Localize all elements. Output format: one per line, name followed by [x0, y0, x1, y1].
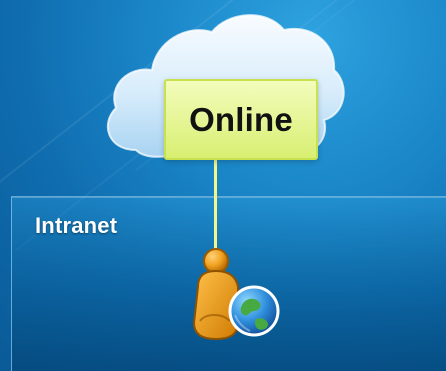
- user-icon: [192, 248, 239, 341]
- status-label: Online: [189, 100, 293, 138]
- panel-title: Intranet: [35, 213, 118, 238]
- globe-icon: [228, 285, 280, 337]
- connector-line: [214, 158, 217, 254]
- user-with-globe-icon: [192, 248, 280, 341]
- online-status-box: Online: [164, 79, 318, 160]
